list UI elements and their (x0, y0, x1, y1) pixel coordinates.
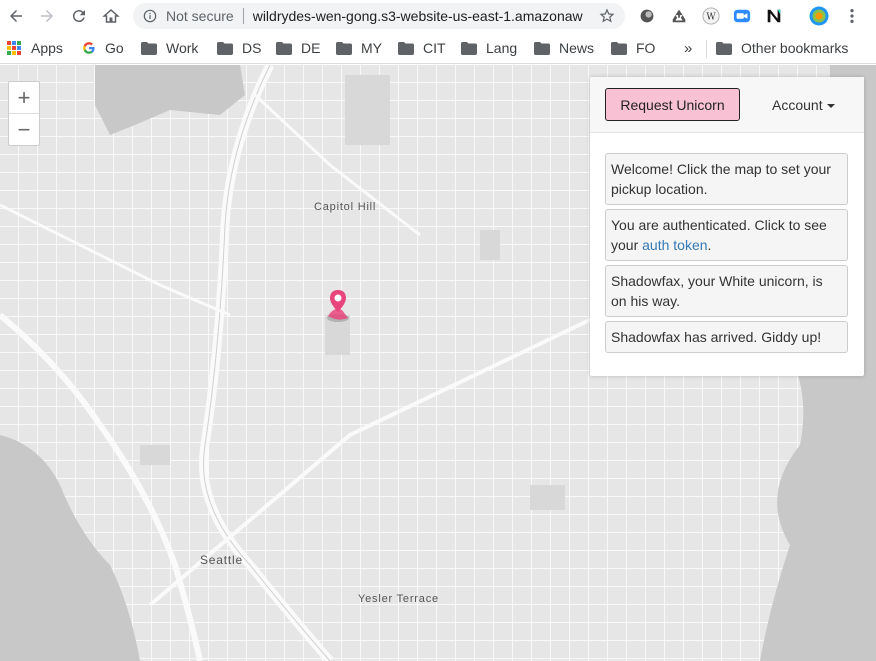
bookmark-label: DE (301, 40, 321, 56)
bookmark-folder-ds[interactable]: DS (217, 39, 261, 57)
caret-down-icon (826, 104, 835, 108)
message-on-way: Shadowfax, your White unicorn, is on his… (605, 265, 848, 317)
url-text[interactable]: wildrydes-wen-gong.s3-website-us-east-1.… (253, 8, 583, 24)
bookmark-label: Work (166, 40, 199, 56)
unicorn-marker-icon[interactable] (324, 288, 352, 324)
bookmark-folder-de[interactable]: DE (276, 39, 320, 57)
google-icon (83, 42, 95, 54)
bookmark-label: CIT (423, 40, 446, 56)
bookmarks-overflow-button[interactable]: » (684, 39, 692, 57)
folder-icon (611, 41, 627, 55)
ride-panel: Request Unicorn Account Welcome! Click t… (590, 77, 864, 376)
browser-toolbar: Not secure wildrydes-wen-gong.s3-website… (0, 0, 876, 32)
bookmark-folder-work[interactable]: Work (141, 39, 198, 57)
bookmark-star-icon[interactable] (599, 8, 615, 24)
bookmark-label: Other bookmarks (741, 40, 849, 56)
bookmark-folder-cit[interactable]: CIT (398, 39, 446, 57)
back-button[interactable] (0, 0, 32, 32)
back-arrow-icon (10, 10, 22, 22)
extension-dark-icon[interactable] (637, 6, 657, 26)
message-auth-suffix: . (707, 237, 712, 253)
apps-grid-icon (7, 41, 21, 55)
map-label-capitol-hill: Capitol Hill (314, 201, 377, 213)
address-divider (242, 8, 244, 24)
bookmark-folder-news[interactable]: News (534, 39, 594, 57)
bookmark-label: Go (105, 40, 124, 56)
auth-token-link[interactable]: auth token (642, 237, 707, 253)
folder-icon (716, 41, 732, 55)
bookmark-label: MY (361, 40, 382, 56)
bookmarks-divider (706, 40, 707, 58)
map-label-yesler-terrace: Yesler Terrace (358, 593, 439, 605)
zoom-out-button[interactable]: − (9, 114, 39, 146)
wikipedia-extension-icon[interactable]: W (701, 6, 721, 26)
reload-icon (72, 10, 85, 23)
bookmark-label: Apps (31, 40, 63, 56)
account-label: Account (772, 97, 823, 113)
folder-icon (461, 41, 477, 55)
bookmark-label: DS (242, 40, 262, 56)
panel-header: Request Unicorn Account (590, 77, 864, 133)
message-list: Welcome! Click the map to set your picku… (605, 153, 848, 357)
request-unicorn-button[interactable]: Request Unicorn (605, 88, 740, 121)
bookmark-folder-fo[interactable]: FO (611, 39, 655, 57)
bookmark-label: FO (636, 40, 656, 56)
address-bar[interactable]: Not secure wildrydes-wen-gong.s3-website… (133, 3, 625, 29)
forward-arrow-icon (41, 10, 53, 22)
forward-button[interactable] (31, 0, 63, 32)
n-extension-icon[interactable] (764, 6, 784, 26)
bookmark-label: News (559, 40, 595, 56)
security-label: Not secure (166, 8, 234, 24)
message-arrived: Shadowfax has arrived. Giddy up! (605, 321, 848, 353)
message-welcome: Welcome! Click the map to set your picku… (605, 153, 848, 205)
bookmark-label: Lang (486, 40, 518, 56)
folder-icon (336, 41, 352, 55)
bookmark-go[interactable]: Go (82, 39, 124, 57)
folder-icon (217, 41, 233, 55)
message-authenticated: You are authenticated. Click to see your… (605, 209, 848, 261)
bookmark-folder-other[interactable]: Other bookmarks (716, 39, 848, 57)
zoom-control: + − (8, 81, 40, 146)
folder-icon (141, 41, 157, 55)
zoom-in-button[interactable]: + (9, 82, 39, 114)
bookmark-folder-lang[interactable]: Lang (461, 39, 517, 57)
recycle-extension-icon[interactable] (669, 6, 689, 26)
home-icon (102, 8, 120, 23)
home-button[interactable] (95, 0, 127, 32)
bookmarks-bar: Apps Go Work DS DE MY CIT Lang News FO »… (0, 32, 876, 64)
profile-avatar-icon[interactable] (809, 6, 829, 26)
folder-icon (534, 41, 550, 55)
reload-button[interactable] (63, 0, 95, 32)
info-icon[interactable] (143, 9, 157, 23)
browser-menu-icon[interactable] (842, 6, 862, 26)
map-label-seattle: Seattle (200, 553, 243, 567)
bookmark-apps[interactable]: Apps (7, 39, 63, 57)
svg-text:W: W (706, 13, 716, 23)
folder-icon (398, 41, 414, 55)
bookmark-folder-my[interactable]: MY (336, 39, 382, 57)
folder-icon (276, 41, 292, 55)
account-menu[interactable]: Account (772, 97, 835, 113)
zoom-extension-icon[interactable] (732, 6, 752, 26)
